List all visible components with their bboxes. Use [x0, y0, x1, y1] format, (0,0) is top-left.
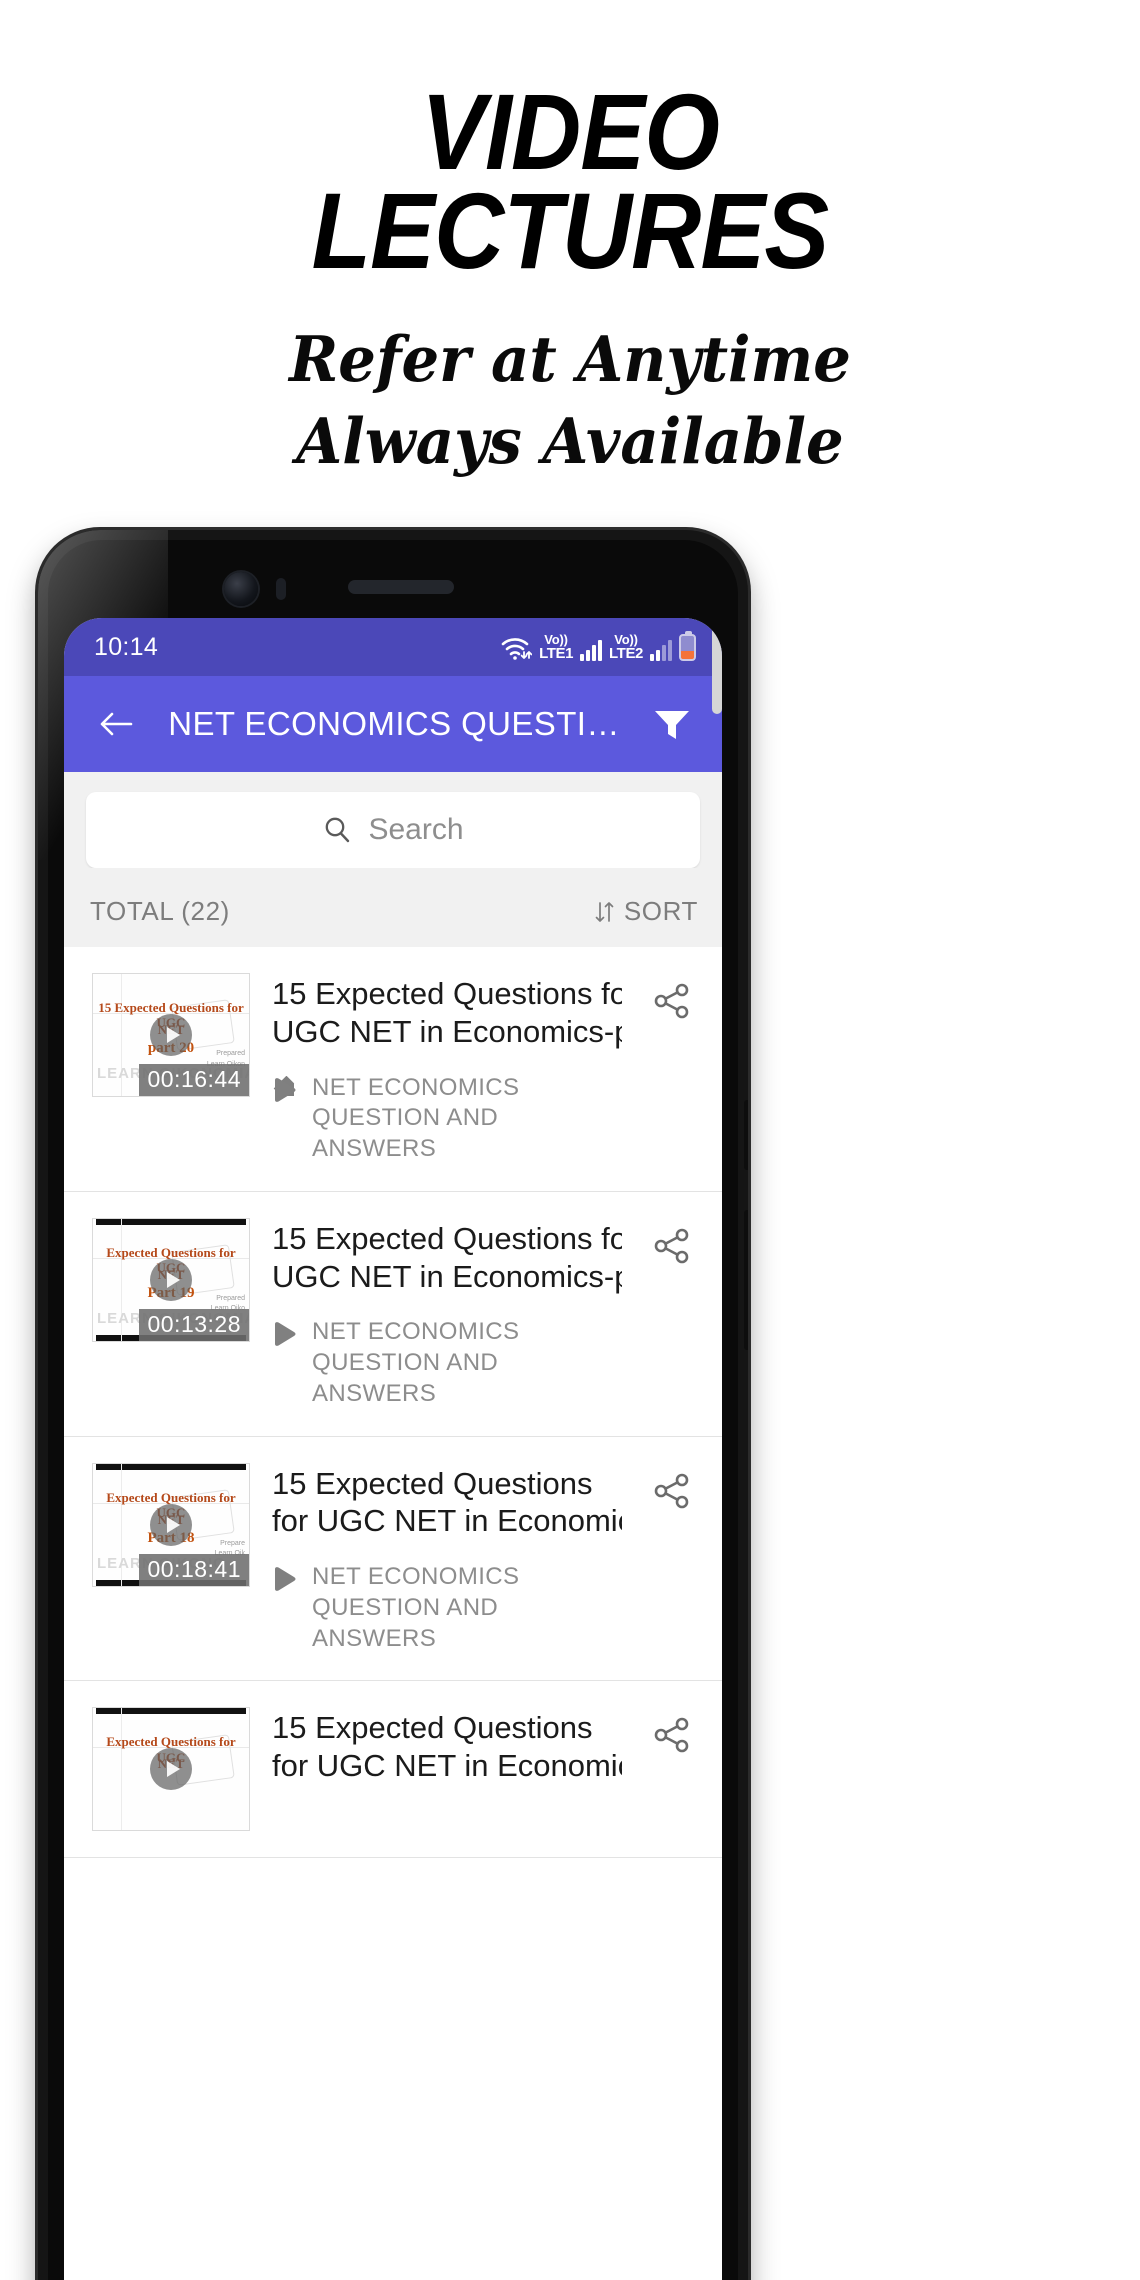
- scrollbar[interactable]: [712, 618, 722, 714]
- list-item[interactable]: Expected Questions for UGC NET 15 Expect…: [64, 1681, 722, 1859]
- play-icon[interactable]: [150, 1258, 192, 1301]
- video-list: 15 Expected Questions for UGC NET part 2…: [64, 618, 722, 1859]
- list-header: TOTAL (22) SORT: [64, 868, 722, 947]
- promo-title-line1: VIDEO: [421, 71, 720, 192]
- sim1-signal-icon: [580, 639, 603, 661]
- play-icon[interactable]: [150, 1503, 192, 1546]
- share-icon[interactable]: [644, 973, 700, 1021]
- search-section: Search: [64, 772, 722, 868]
- video-info: 15 Expected Questions for UGC NET in Eco…: [272, 973, 622, 1165]
- tag-icon: [275, 1567, 296, 1592]
- video-title: 15 Expected Questions for UGC NET in Eco…: [272, 975, 622, 1051]
- thumbnail-prepared-label: Prepared: [216, 1294, 245, 1302]
- promo-subtitle: Refer at Anytime Always Available: [34, 319, 1106, 483]
- sort-label: SORT: [623, 896, 698, 926]
- video-category-text: NET ECONOMICS QUESTION AND ANSWERS: [312, 1562, 622, 1654]
- sort-arrows-icon: [595, 901, 614, 922]
- status-bar: 10:14 Vo)) LTE1 Vo)) LTE2: [64, 618, 722, 676]
- video-title: 15 Expected Questions for UGC NET in Eco…: [272, 1220, 622, 1296]
- share-icon[interactable]: [644, 1463, 700, 1511]
- video-title-line1: 15 Expected Questions for: [272, 1220, 622, 1256]
- video-category-text: NET ECONOMICS QUESTION AND ANSWERS: [312, 1317, 622, 1409]
- filter-icon[interactable]: [646, 698, 698, 750]
- phone-mockup: 10:14 Vo)) LTE1 Vo)) LTE2 NET ECONOMICS …: [38, 530, 748, 2280]
- promo-title-line2: LECTURES: [311, 170, 830, 292]
- video-category-line1: NET ECONOMICS QUESTION AND: [312, 1563, 520, 1621]
- video-category-line2: ANSWERS: [312, 1135, 437, 1163]
- share-icon[interactable]: [644, 1218, 700, 1266]
- video-category: NET ECONOMICS QUESTION AND ANSWERS: [272, 1317, 622, 1409]
- list-item[interactable]: Expected Questions for UGC NET Part 19 L…: [64, 1192, 722, 1437]
- video-title: 15 Expected Questions for UGC NET in Eco…: [272, 1465, 622, 1541]
- sort-button[interactable]: SORT: [594, 896, 698, 927]
- tag-icon: [273, 1075, 296, 1102]
- video-thumbnail[interactable]: Expected Questions for UGC NET Part 18 L…: [92, 1462, 250, 1587]
- thumbnail-prepared-label: Prepare: [220, 1539, 245, 1547]
- volume-button[interactable]: [744, 1210, 748, 1350]
- proximity-sensor-icon: [276, 578, 286, 600]
- video-category-line2: ANSWERS: [312, 1624, 437, 1652]
- video-category-text: NET ECONOMICS QUESTION AND ANSWERS: [312, 1073, 622, 1165]
- sim1-volte-indicator: Vo)) LTE1: [539, 633, 573, 661]
- video-category-line1: NET ECONOMICS QUESTION AND: [312, 1318, 520, 1377]
- status-clock: 10:14: [94, 632, 159, 661]
- sim2-network-label: LTE2: [609, 645, 643, 662]
- promo-subtitle-line1: Refer at Anytime: [289, 321, 851, 396]
- play-icon[interactable]: [150, 1014, 192, 1056]
- video-thumbnail[interactable]: Expected Questions for UGC NET Part 19 L…: [92, 1217, 250, 1342]
- video-category-line2: ANSWERS: [312, 1379, 437, 1407]
- back-arrow-icon[interactable]: [90, 698, 142, 750]
- promo-subtitle-line2: Always Available: [296, 403, 844, 478]
- promo-header: VIDEO LECTURES Refer at Anytime Always A…: [0, 0, 1140, 483]
- video-category: NET ECONOMICS QUESTION AND ANSWERS: [272, 1073, 622, 1165]
- duration-badge: 00:16:44: [139, 1064, 249, 1096]
- thumbnail-prepared-label: Prepared: [216, 1050, 245, 1057]
- video-title: 15 Expected Questions for UGC NET in Eco…: [272, 1709, 622, 1785]
- video-title-line1: 15 Expected Questions: [272, 1710, 593, 1746]
- search-icon: [326, 817, 350, 843]
- app-bar-title: NET ECONOMICS QUESTI…: [168, 705, 620, 742]
- sim1-network-label: LTE1: [539, 645, 574, 662]
- promo-page: VIDEO LECTURES Refer at Anytime Always A…: [0, 0, 1140, 2280]
- page-title: VIDEO LECTURES: [57, 0, 1083, 292]
- battery-icon: [679, 631, 696, 661]
- list-item[interactable]: Expected Questions for UGC NET Part 18 L…: [64, 1437, 722, 1682]
- power-button[interactable]: [744, 1100, 748, 1170]
- play-icon[interactable]: [150, 1748, 192, 1791]
- share-icon[interactable]: [644, 1707, 700, 1755]
- video-info: 15 Expected Questions for UGC NET in Eco…: [272, 1218, 622, 1410]
- search-input[interactable]: Search: [86, 792, 700, 868]
- tag-icon: [275, 1322, 296, 1347]
- list-item[interactable]: 15 Expected Questions for UGC NET part 2…: [64, 947, 722, 1192]
- video-title-line2: for UGC NET in Economic: [272, 1748, 622, 1784]
- video-info: 15 Expected Questions for UGC NET in Eco…: [272, 1463, 622, 1655]
- video-info: 15 Expected Questions for UGC NET in Eco…: [272, 1707, 622, 1785]
- phone-screen: 10:14 Vo)) LTE1 Vo)) LTE2 NET ECONOMICS …: [64, 618, 722, 2280]
- video-title-line2: UGC NET in Economics-pa…: [272, 1258, 622, 1294]
- status-icons: Vo)) LTE1 Vo)) LTE2: [500, 631, 696, 661]
- duration-badge: 00:18:41: [139, 1553, 249, 1586]
- earpiece-speaker: [348, 580, 454, 594]
- video-title-line1: 15 Expected Questions for: [272, 976, 622, 1011]
- video-title-line2: UGC NET in Economics-pa…: [272, 1013, 622, 1049]
- sim2-volte-indicator: Vo)) LTE2: [609, 633, 643, 661]
- app-bar: NET ECONOMICS QUESTI…: [64, 676, 722, 772]
- wifi-icon: [500, 635, 533, 661]
- duration-badge: 00:13:28: [139, 1308, 249, 1341]
- video-title-line2: for UGC NET in Economic…: [272, 1503, 622, 1539]
- video-category: NET ECONOMICS QUESTION AND ANSWERS: [272, 1562, 622, 1654]
- search-placeholder: Search: [368, 813, 464, 846]
- front-camera-icon: [224, 572, 258, 606]
- video-title-line1: 15 Expected Questions: [272, 1465, 593, 1501]
- video-thumbnail[interactable]: 15 Expected Questions for UGC NET part 2…: [92, 973, 250, 1097]
- video-category-line1: NET ECONOMICS QUESTION AND: [312, 1073, 520, 1132]
- total-count-label: TOTAL (22): [90, 896, 230, 926]
- sim2-signal-icon: [650, 639, 672, 661]
- video-thumbnail[interactable]: Expected Questions for UGC NET: [92, 1707, 250, 1832]
